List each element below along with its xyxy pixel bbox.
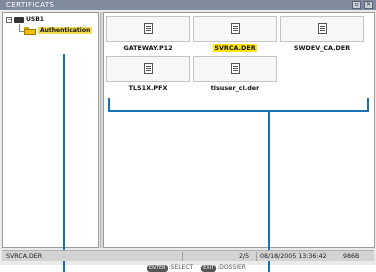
dossier-hint: :DOSSIER [217,264,246,271]
status-datetime: 08/18/2005 13:36:42 [260,253,327,260]
file-name: SVRCA.DER [193,44,277,52]
file-card [193,16,277,42]
file-area-callout-bracket [108,98,369,112]
enter-key-icon: ENTER [147,265,168,272]
file-card [106,56,190,82]
folder-tree-panel: − USB1 Authentication [2,12,99,248]
exit-key-icon: EXIT [201,265,217,272]
tree-item-authentication[interactable]: Authentication [38,27,93,35]
status-size: 986B [343,253,360,260]
file-name: tlsuser_cl.der [210,84,260,92]
document-icon [144,63,153,74]
file-name: TLS1X.PFX [128,84,168,92]
file-tile-selected[interactable]: SVRCA.DER [193,16,277,52]
file-name: GATEWAY.P12 [123,44,173,52]
status-bar: SVRCA.DER 2/5 08/18/2005 13:36:42 986B [2,250,374,261]
status-filename: SVRCA.DER [6,253,43,260]
file-tile[interactable]: SWDEV_CA.DER [280,16,364,52]
folder-icon [24,27,36,35]
close-button[interactable]: ✕ [364,1,373,9]
file-tile[interactable]: TLS1X.PFX [106,56,190,92]
file-grid-panel: GATEWAY.P12 SVRCA.DER SWDEV_CA.DER TLS1X… [103,12,375,248]
file-tile[interactable]: GATEWAY.P12 [106,16,190,52]
file-name: SWDEV_CA.DER [293,44,351,52]
certificates-window: CERTIFICATS ▫ ✕ − USB1 Authentication GA… [0,0,376,272]
minimize-button[interactable]: ▫ [352,1,361,9]
file-area-callout-line [268,112,270,272]
key-hints: ENTER:SELECT EXIT:DOSSIER [147,264,246,272]
tree-item-usb1[interactable]: USB1 [26,16,44,24]
document-icon [318,23,327,34]
file-tile[interactable]: tlsuser_cl.der [193,56,277,92]
file-card [193,56,277,82]
tree-callout-line [63,54,65,272]
document-icon [231,23,240,34]
file-card [280,16,364,42]
status-page: 2/5 [239,253,250,260]
window-title: CERTIFICATS [6,1,55,9]
document-icon [144,23,153,34]
collapse-toggle[interactable]: − [6,17,12,23]
selected-file-label: SVRCA.DER [213,44,257,52]
usb-drive-icon [14,17,24,23]
select-hint: :SELECT [168,264,194,271]
tree-item-label: Authentication [38,27,93,34]
title-bar: CERTIFICATS ▫ ✕ [0,0,376,10]
file-card [106,16,190,42]
status-divider [256,252,257,261]
status-divider [182,252,183,261]
document-icon [231,63,240,74]
